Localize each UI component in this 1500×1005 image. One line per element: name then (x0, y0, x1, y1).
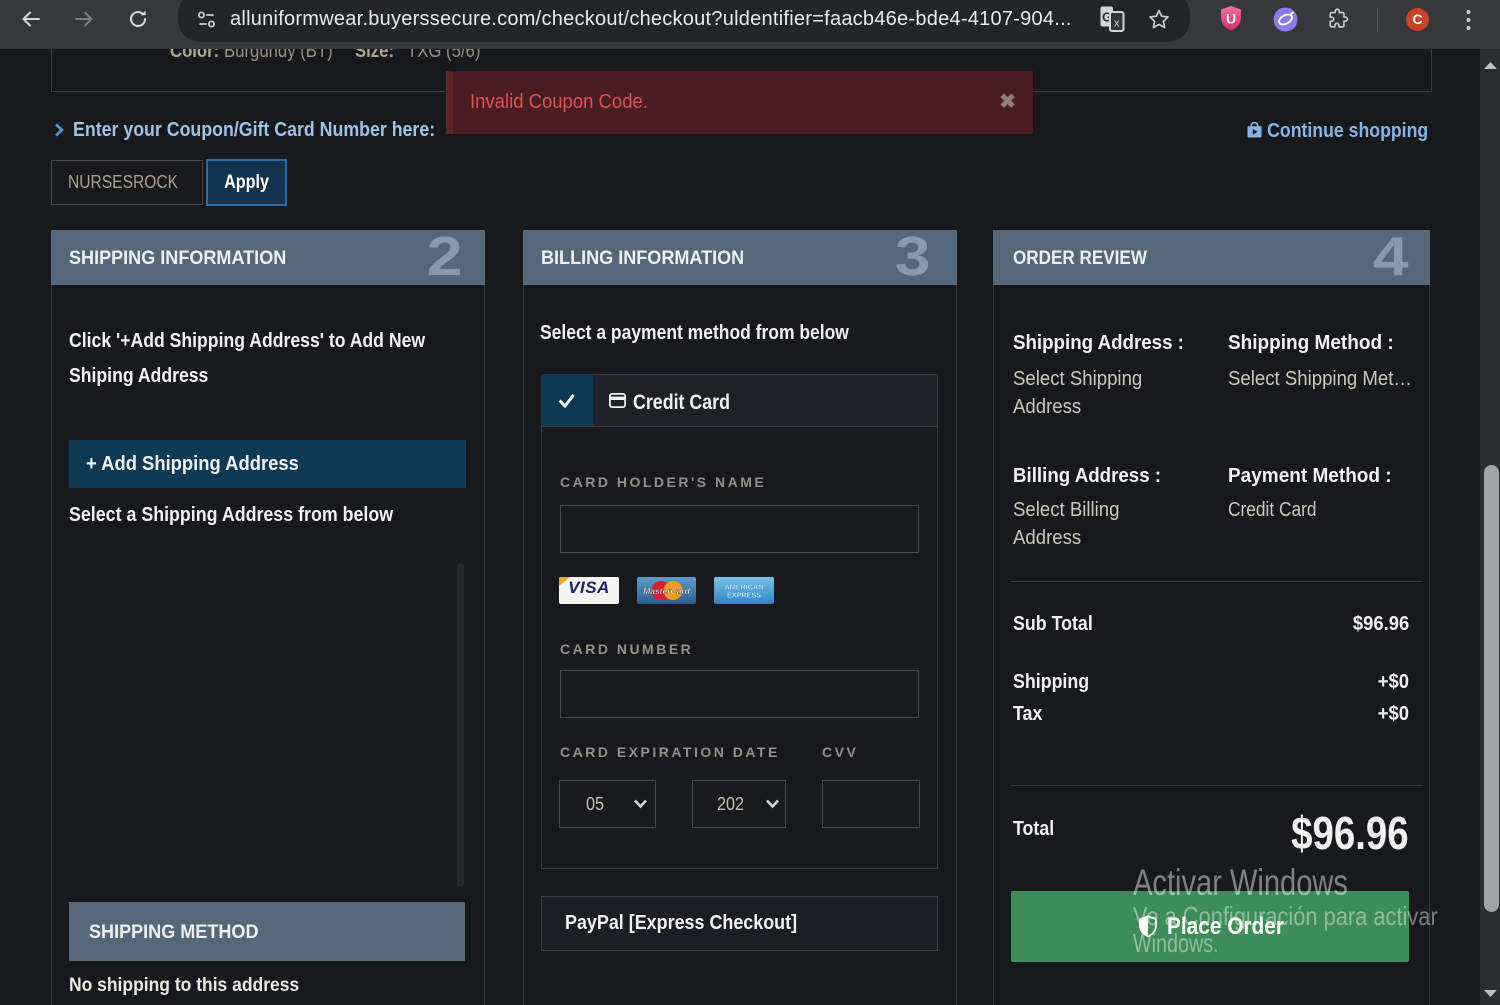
svg-text:MasterCard: MasterCard (643, 586, 691, 596)
svg-text:EXPRESS: EXPRESS (727, 591, 761, 600)
svg-text:U: U (1226, 11, 1236, 27)
svg-text:x: x (1114, 18, 1120, 30)
